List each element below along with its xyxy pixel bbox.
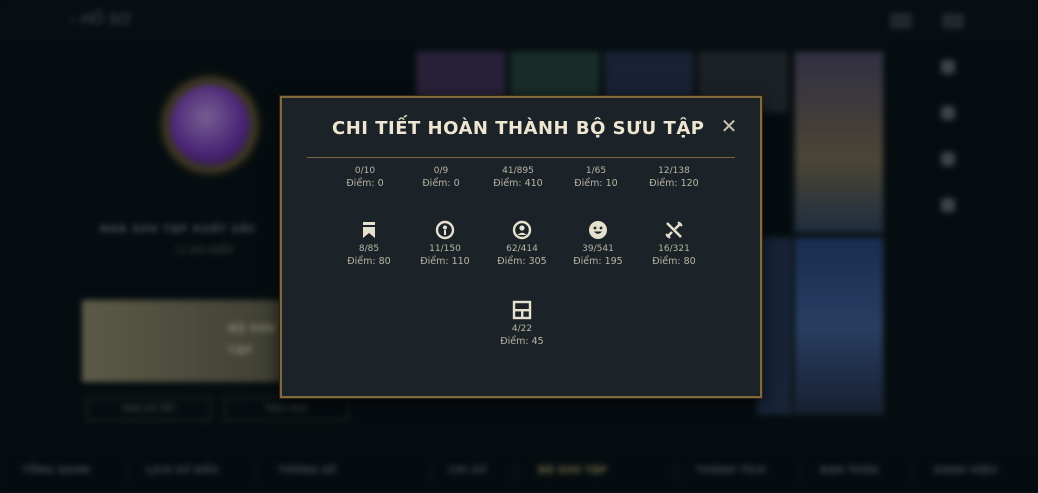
stat-points: Điểm: 0 [346, 178, 384, 189]
stat-cell-banners: 8/85 Điểm: 80 [329, 220, 409, 269]
stat-cell: 12/138 Điểm: 120 [634, 165, 714, 191]
stat-cell-wards: 11/150 Điểm: 110 [405, 220, 485, 269]
stat-points: Điểm: 80 [652, 256, 696, 267]
stat-count: 41/895 [502, 166, 534, 176]
stat-count: 0/10 [354, 166, 376, 176]
crossed-swords-icon [664, 220, 684, 240]
stat-points: Điểm: 410 [493, 178, 543, 189]
banner-icon [359, 220, 379, 240]
stat-points: Điểm: 305 [497, 256, 547, 267]
title-divider [307, 157, 735, 158]
collection-details-modal: CHI TIẾT HOÀN THÀNH BỘ SƯU TẬP ✕ 0/10 Đi… [280, 96, 762, 398]
stat-count: 39/541 [582, 244, 614, 254]
stat-points: Điểm: 110 [420, 256, 470, 267]
stat-count: 12/138 [658, 166, 690, 176]
stat-points: Điểm: 120 [649, 178, 699, 189]
stat-cell-emotes: 39/541 Điểm: 195 [558, 220, 638, 269]
stat-count: 62/414 [506, 244, 538, 254]
stat-count: 4/22 [511, 324, 533, 334]
ward-icon [435, 220, 455, 240]
emote-icon [588, 220, 608, 240]
stat-cell-finishers: 16/321 Điểm: 80 [634, 220, 714, 269]
stat-points: Điểm: 45 [500, 336, 544, 347]
stat-count: 0/9 [433, 166, 449, 176]
stat-count: 16/321 [658, 244, 690, 254]
stat-count: 8/85 [358, 244, 380, 254]
close-button[interactable]: ✕ [718, 114, 740, 138]
stat-count: 11/150 [429, 244, 461, 254]
profile-icon [512, 220, 532, 240]
frame-icon [512, 300, 532, 320]
stat-points: Điểm: 80 [347, 256, 391, 267]
stat-cell: 41/895 Điểm: 410 [478, 165, 558, 191]
close-icon: ✕ [720, 114, 738, 138]
stat-cell-frames: 4/22 Điểm: 45 [482, 300, 562, 349]
stat-cell-profile-icons: 62/414 Điểm: 305 [482, 220, 562, 269]
stat-count: 1/65 [585, 166, 607, 176]
stat-cell: 0/10 Điểm: 0 [325, 165, 405, 191]
stat-cell: 0/9 Điểm: 0 [401, 165, 481, 191]
modal-title: CHI TIẾT HOÀN THÀNH BỘ SƯU TẬP [332, 118, 705, 139]
collection-stats-list[interactable]: 0/10 Điểm: 0 0/9 Điểm: 0 41/895 Điểm: 41… [282, 160, 760, 390]
stat-points: Điểm: 0 [422, 178, 460, 189]
stat-cell: 1/65 Điểm: 10 [556, 165, 636, 191]
stat-points: Điểm: 10 [574, 178, 618, 189]
stat-points: Điểm: 195 [573, 256, 623, 267]
